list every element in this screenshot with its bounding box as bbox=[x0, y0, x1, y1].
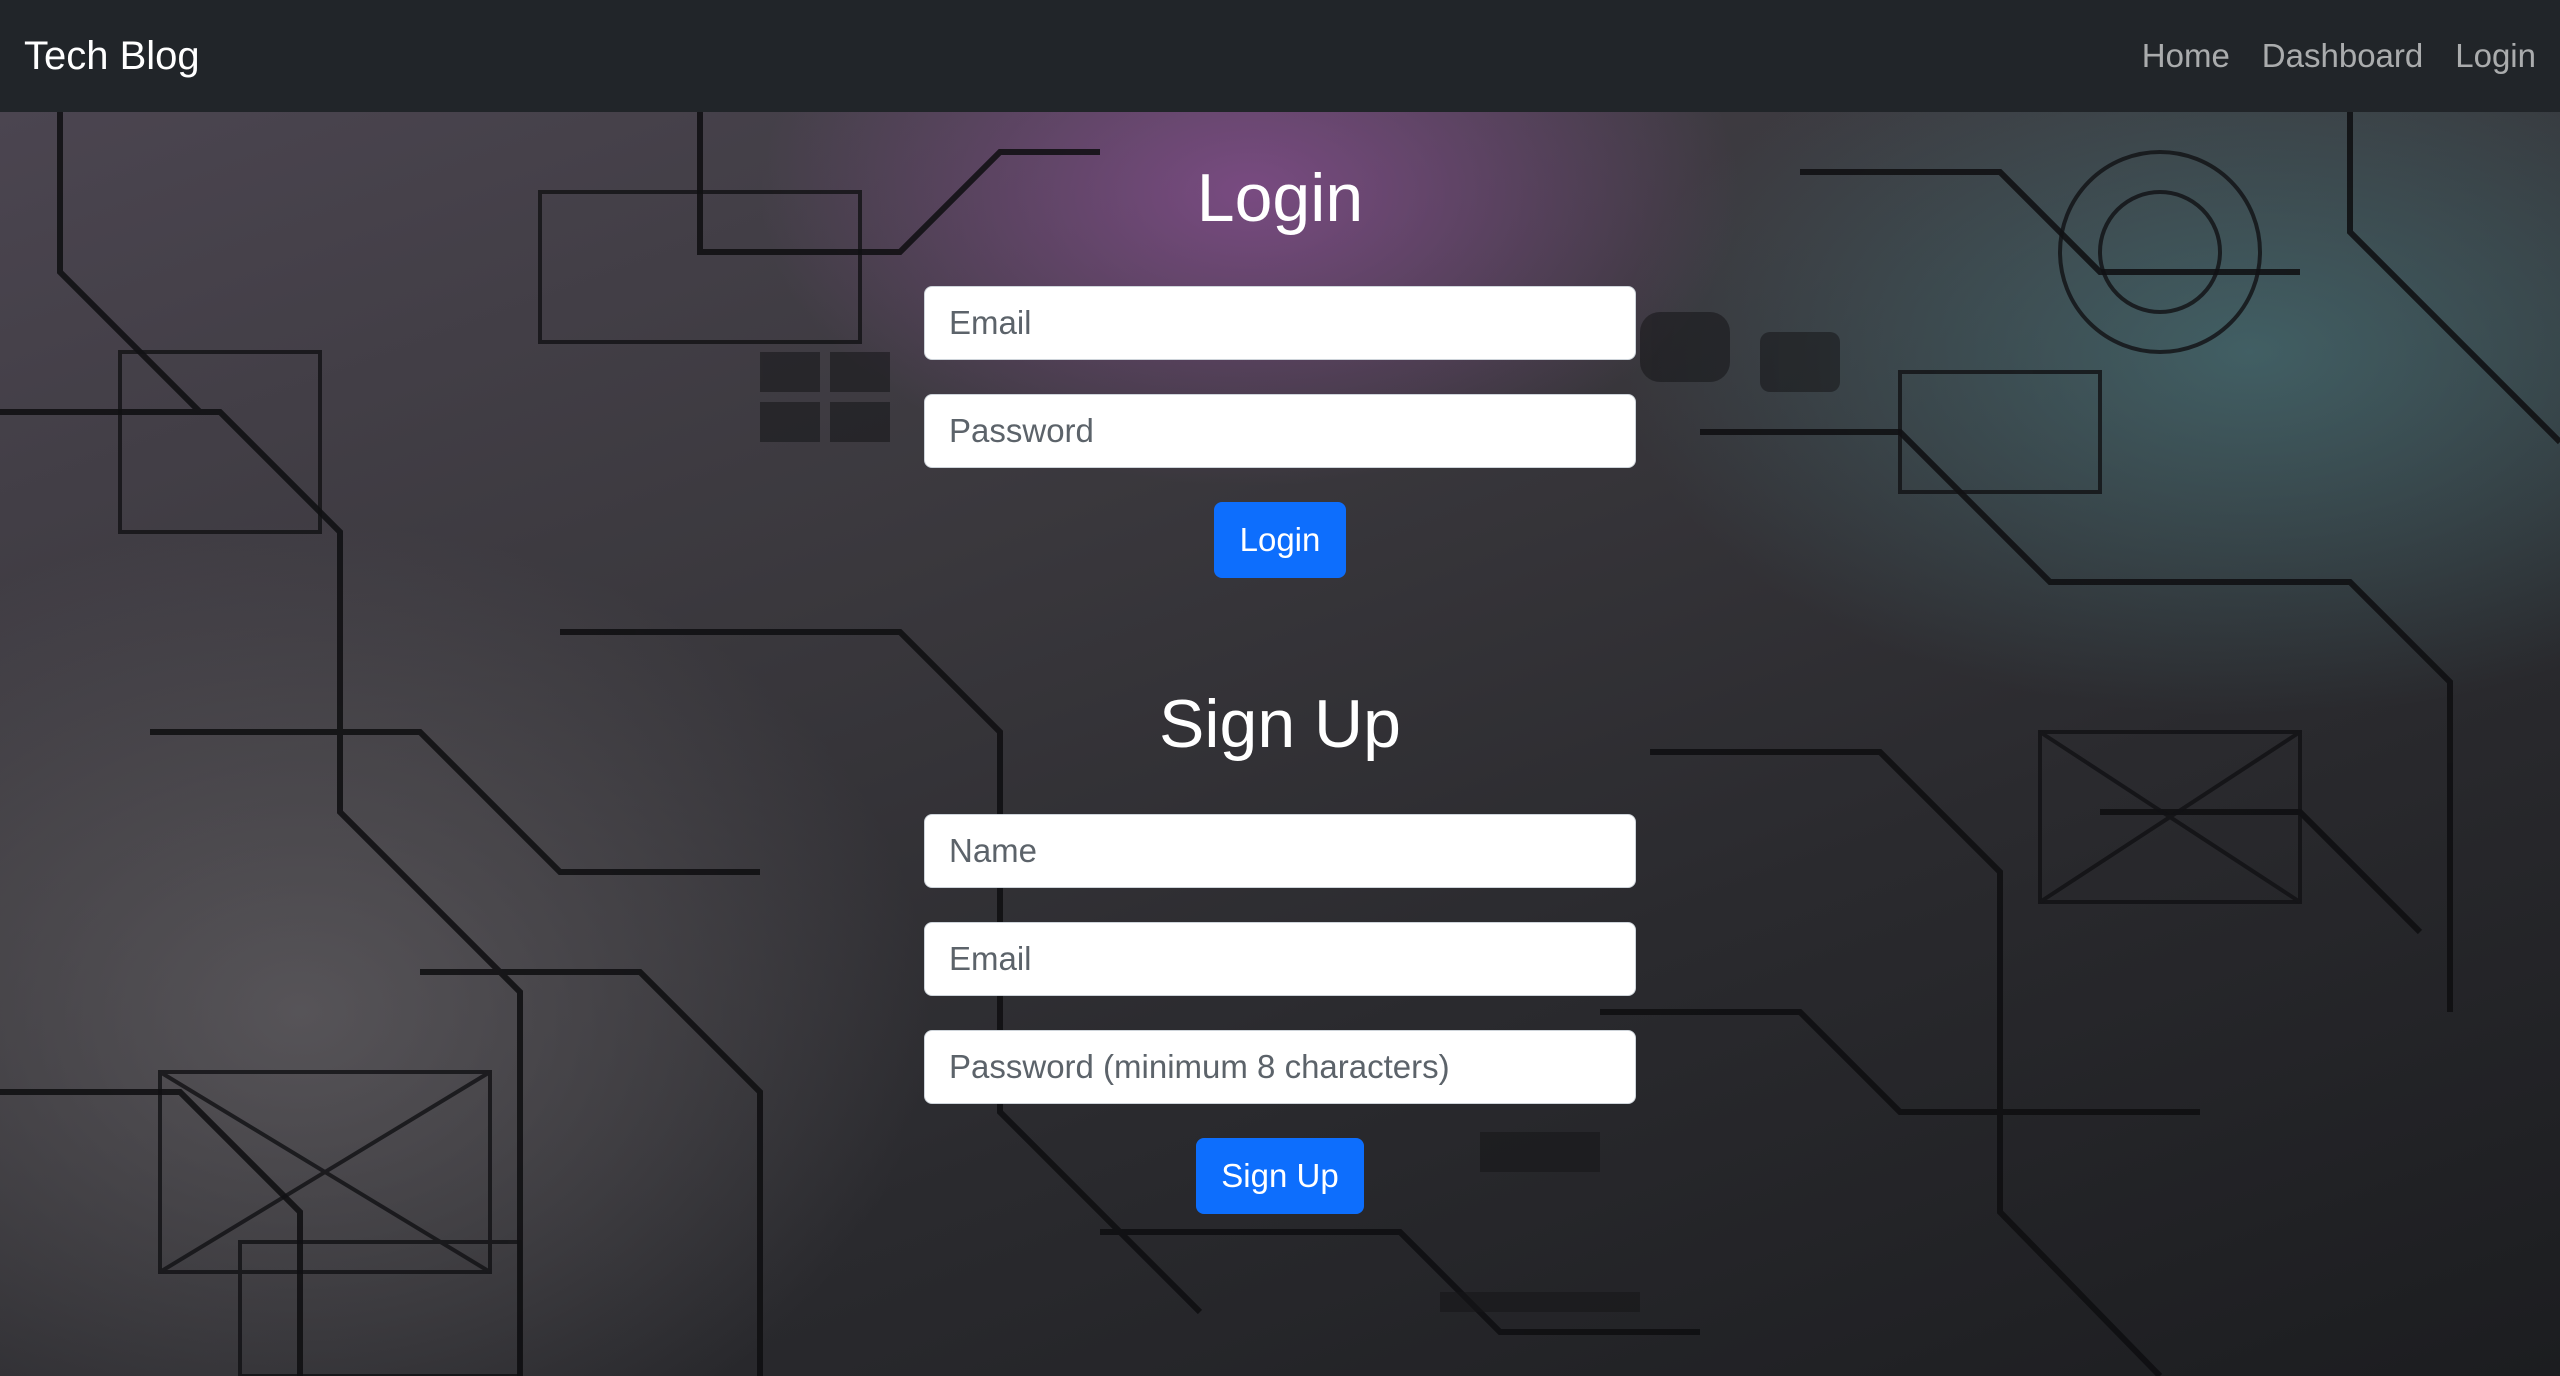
nav-links: Home Dashboard Login bbox=[2142, 37, 2536, 75]
nav-dashboard-link[interactable]: Dashboard bbox=[2262, 37, 2423, 75]
signup-button[interactable]: Sign Up bbox=[1196, 1138, 1364, 1214]
login-email-input[interactable] bbox=[924, 286, 1636, 360]
signup-email-input[interactable] bbox=[924, 922, 1636, 996]
signup-title: Sign Up bbox=[1159, 686, 1401, 762]
login-button[interactable]: Login bbox=[1214, 502, 1346, 578]
login-title: Login bbox=[1196, 160, 1364, 236]
login-password-input[interactable] bbox=[924, 394, 1636, 468]
signup-password-input[interactable] bbox=[924, 1030, 1636, 1104]
signup-name-input[interactable] bbox=[924, 814, 1636, 888]
auth-forms: Login Login Sign Up Sign Up bbox=[0, 112, 2560, 1376]
nav-home-link[interactable]: Home bbox=[2142, 37, 2230, 75]
top-navbar: Tech Blog Home Dashboard Login bbox=[0, 0, 2560, 112]
nav-login-link[interactable]: Login bbox=[2455, 37, 2536, 75]
brand-link[interactable]: Tech Blog bbox=[24, 34, 200, 79]
